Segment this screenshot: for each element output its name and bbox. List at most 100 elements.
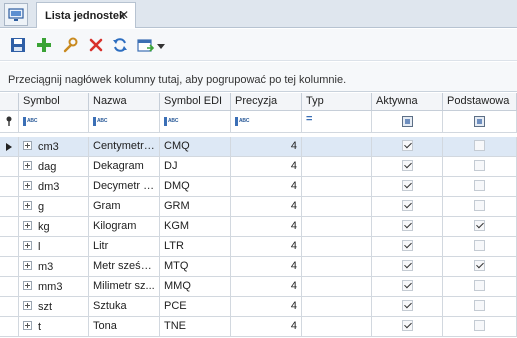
expand-row-icon[interactable] [23,241,32,250]
cell-podstawowa[interactable] [443,217,517,237]
cell-aktywna[interactable] [372,257,443,277]
cell-precyzja[interactable]: 4 [231,217,302,237]
table-row[interactable]: dm3 Decymetr s... DMQ 4 [0,177,517,197]
save-button[interactable] [8,36,28,54]
column-header-nazwa[interactable]: Nazwa [89,93,160,111]
cell-typ[interactable] [302,217,372,237]
cell-typ[interactable] [302,177,372,197]
cell-symbol-edi[interactable]: DMQ [160,177,231,197]
cell-aktywna[interactable] [372,137,443,157]
expand-row-icon[interactable] [23,261,32,270]
cell-typ[interactable] [302,297,372,317]
cell-precyzja[interactable]: 4 [231,137,302,157]
cell-typ[interactable] [302,157,372,177]
filter-precyzja[interactable]: ABC [231,111,302,133]
expand-row-icon[interactable] [23,281,32,290]
cell-nazwa[interactable]: Kilogram [89,217,160,237]
cell-symbol[interactable]: kg [19,217,89,237]
expand-row-icon[interactable] [23,321,32,330]
cell-nazwa[interactable]: Dekagram [89,157,160,177]
podstawowa-checkbox[interactable] [474,180,485,191]
cell-symbol-edi[interactable]: MMQ [160,277,231,297]
expand-row-icon[interactable] [23,181,32,190]
column-header-typ[interactable]: Typ [302,93,372,111]
cell-aktywna[interactable] [372,197,443,217]
aktywna-checkbox[interactable] [401,320,413,331]
table-row[interactable]: szt Sztuka PCE 4 [0,297,517,317]
close-icon[interactable]: ✕ [117,8,131,22]
add-button[interactable] [34,36,54,54]
column-header-symbol-edi[interactable]: Symbol EDI [160,93,231,111]
aktywna-checkbox[interactable] [401,240,413,251]
home-button[interactable] [4,3,28,26]
cell-podstawowa[interactable] [443,157,517,177]
export-button[interactable] [136,36,156,54]
filter-podstawowa[interactable] [443,111,517,133]
aktywna-checkbox[interactable] [401,140,413,151]
cell-symbol-edi[interactable]: CMQ [160,137,231,157]
cell-nazwa[interactable]: Tona [89,317,160,337]
cell-typ[interactable] [302,277,372,297]
podstawowa-checkbox[interactable] [474,280,485,291]
aktywna-checkbox[interactable] [401,280,413,291]
cell-symbol[interactable]: dm3 [19,177,89,197]
cell-precyzja[interactable]: 4 [231,277,302,297]
cell-aktywna[interactable] [372,297,443,317]
refresh-button[interactable] [110,36,130,54]
edit-button[interactable] [60,36,80,54]
cell-precyzja[interactable]: 4 [231,257,302,277]
cell-symbol[interactable]: m3 [19,257,89,277]
cell-nazwa[interactable]: Centymetr ... [89,137,160,157]
cell-aktywna[interactable] [372,237,443,257]
filter-nazwa[interactable]: ABC [89,111,160,133]
filter-checkbox-podstawowa[interactable] [474,116,485,127]
podstawowa-checkbox[interactable] [474,140,485,151]
cell-podstawowa[interactable] [443,237,517,257]
cell-typ[interactable] [302,257,372,277]
cell-symbol[interactable]: g [19,197,89,217]
cell-symbol-edi[interactable]: TNE [160,317,231,337]
cell-typ[interactable] [302,197,372,217]
table-row[interactable]: cm3 Centymetr ... CMQ 4 [0,137,517,157]
cell-typ[interactable] [302,137,372,157]
expand-row-icon[interactable] [23,301,32,310]
cell-podstawowa[interactable] [443,317,517,337]
cell-nazwa[interactable]: Metr sześci... [89,257,160,277]
filter-symbol-edi[interactable]: ABC [160,111,231,133]
podstawowa-checkbox[interactable] [474,240,485,251]
cell-nazwa[interactable]: Decymetr s... [89,177,160,197]
cell-aktywna[interactable] [372,157,443,177]
aktywna-checkbox[interactable] [401,260,413,271]
cell-symbol[interactable]: szt [19,297,89,317]
tab-lista-jednostek[interactable]: Lista jednostek ✕ [36,2,136,28]
cell-podstawowa[interactable] [443,177,517,197]
aktywna-checkbox[interactable] [401,220,413,231]
filter-checkbox-aktywna[interactable] [401,116,413,127]
filter-symbol[interactable]: ABC [19,111,89,133]
cell-nazwa[interactable]: Litr [89,237,160,257]
aktywna-checkbox[interactable] [401,180,413,191]
cell-symbol-edi[interactable]: GRM [160,197,231,217]
column-header-aktywna[interactable]: Aktywna [372,93,443,111]
cell-precyzja[interactable]: 4 [231,237,302,257]
cell-nazwa[interactable]: Milimetr sz... [89,277,160,297]
aktywna-checkbox[interactable] [401,200,413,211]
podstawowa-checkbox[interactable] [474,320,485,331]
cell-aktywna[interactable] [372,217,443,237]
table-row[interactable]: l Litr LTR 4 [0,237,517,257]
cell-symbol-edi[interactable]: KGM [160,217,231,237]
cell-precyzja[interactable]: 4 [231,317,302,337]
podstawowa-checkbox[interactable] [474,260,485,271]
aktywna-checkbox[interactable] [401,160,413,171]
cell-typ[interactable] [302,237,372,257]
aktywna-checkbox[interactable] [401,300,413,311]
cell-podstawowa[interactable] [443,257,517,277]
table-row[interactable]: dag Dekagram DJ 4 [0,157,517,177]
column-header-podstawowa[interactable]: Podstawowa [443,93,517,111]
cell-aktywna[interactable] [372,317,443,337]
podstawowa-checkbox[interactable] [474,300,485,311]
cell-podstawowa[interactable] [443,197,517,217]
cell-precyzja[interactable]: 4 [231,297,302,317]
cell-symbol-edi[interactable]: MTQ [160,257,231,277]
cell-precyzja[interactable]: 4 [231,177,302,197]
